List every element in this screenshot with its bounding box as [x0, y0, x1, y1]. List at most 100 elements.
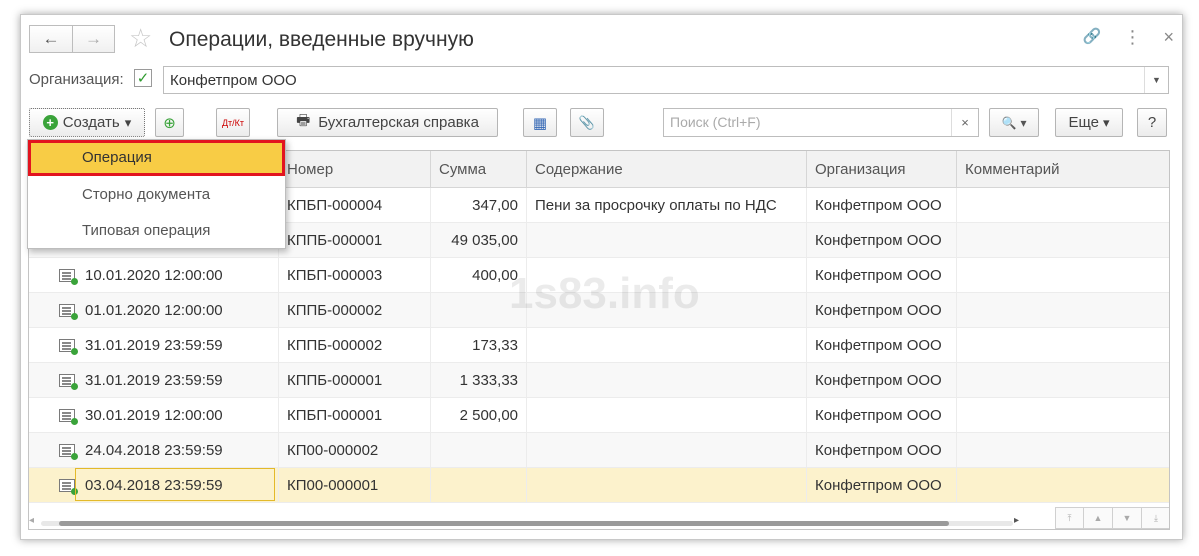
cell-date: 31.01.2019 23:59:59	[29, 363, 279, 398]
watermark: 1s83.info	[509, 269, 700, 318]
table-row[interactable]: 24.04.2018 23:59:59 КП00-000002 Конфетпром…	[29, 433, 1169, 468]
cell-org: Конфетпром ООО	[807, 398, 957, 433]
date-text: 10.01.2020 12:00:00	[85, 267, 223, 284]
column-header-organization[interactable]: Организация	[807, 151, 957, 188]
cell-org: Конфетпром ООО	[807, 468, 957, 503]
cell-content	[527, 328, 807, 363]
table-row[interactable]: 31.01.2019 23:59:59 КППБ-000002 173,33 Конф…	[29, 328, 1169, 363]
cell-amount: 347,00	[431, 188, 527, 223]
cell-date: 30.01.2019 12:00:00	[29, 398, 279, 433]
posted-document-icon	[59, 269, 78, 285]
forward-button[interactable]: →	[73, 25, 115, 53]
window-controls: 🔗 ⋮ ×	[1083, 27, 1174, 48]
cell-content	[527, 468, 807, 503]
scroll-right-icon[interactable]: ▸	[1014, 515, 1019, 526]
cell-amount: 173,33	[431, 328, 527, 363]
cell-comment	[957, 293, 1169, 328]
column-header-number[interactable]: Номер	[279, 151, 431, 188]
cell-org: Конфетпром ООО	[807, 293, 957, 328]
menu-item-operation[interactable]: Операция	[28, 140, 285, 176]
posted-document-icon	[59, 304, 78, 320]
date-text: 31.01.2019 23:59:59	[85, 372, 223, 389]
column-header-comment[interactable]: Комментарий	[957, 151, 1169, 188]
posted-document-icon	[59, 339, 78, 355]
org-label: Организация:	[29, 71, 124, 88]
more-menu-icon[interactable]: ⋮	[1123, 27, 1141, 48]
more-button[interactable]: Еще ▾	[1055, 108, 1123, 137]
main-window: ← → ☆ Операции, введенные вручную 🔗 ⋮ × …	[20, 14, 1183, 540]
cell-number: КППБ-000001	[279, 363, 431, 398]
favorite-star-icon[interactable]: ☆	[129, 23, 152, 53]
go-up-button[interactable]: ▲	[1084, 507, 1113, 529]
dt-kt-button[interactable]: Дт/Кт	[216, 108, 250, 137]
cell-org: Конфетпром ООО	[807, 188, 957, 223]
cell-number: КП00-000001	[279, 468, 431, 503]
accounting-report-label: Бухгалтерская справка	[318, 114, 479, 131]
cell-number: КПБП-000003	[279, 258, 431, 293]
link-icon[interactable]: 🔗	[1083, 27, 1102, 48]
horizontal-scrollbar[interactable]: ◂ ▸	[29, 515, 1029, 529]
cell-comment	[957, 258, 1169, 293]
nav-buttons: ← →	[29, 25, 115, 53]
column-header-content[interactable]: Содержание	[527, 151, 807, 188]
cell-amount: 2 500,00	[431, 398, 527, 433]
date-text: 01.01.2020 12:00:00	[85, 302, 223, 319]
back-button[interactable]: ←	[29, 25, 73, 53]
search-clear-button[interactable]: ×	[951, 109, 978, 136]
cell-number: КППБ-000002	[279, 293, 431, 328]
table-row[interactable]: 30.01.2019 12:00:00 КПБП-000001 2 500,00 Ко…	[29, 398, 1169, 433]
cell-content	[527, 398, 807, 433]
org-select-field[interactable]: Конфетпром ООО	[163, 66, 1169, 94]
go-down-button[interactable]: ▼	[1113, 507, 1142, 529]
scroll-left-icon[interactable]: ◂	[29, 515, 34, 526]
selected-cell-outline	[75, 468, 275, 501]
caret-down-icon: ▾	[124, 114, 132, 130]
date-text: 30.01.2019 12:00:00	[85, 407, 223, 424]
posted-document-icon	[59, 409, 78, 425]
go-first-button[interactable]: ⤒	[1055, 507, 1084, 529]
arrow-left-icon: ←	[42, 29, 60, 48]
go-last-icon: ⤓	[1154, 512, 1158, 523]
column-header-amount[interactable]: Сумма	[431, 151, 527, 188]
help-button[interactable]: ?	[1137, 108, 1167, 137]
attach-button[interactable]: 📎	[570, 108, 604, 137]
structure-button[interactable]: ▦	[523, 108, 557, 137]
help-icon: ?	[1147, 114, 1157, 131]
cell-org: Конфетпром ООО	[807, 258, 957, 293]
cell-number: КП00-000002	[279, 433, 431, 468]
page-title: Операции, введенные вручную	[169, 28, 474, 51]
table-row[interactable]: 31.01.2019 23:59:59 КППБ-000001 1 333,33 Ко…	[29, 363, 1169, 398]
org-dropdown-button[interactable]: ▼	[1144, 67, 1168, 93]
chevron-down-icon: ▼	[1152, 75, 1161, 85]
scroll-thumb[interactable]	[59, 521, 949, 526]
go-last-button[interactable]: ⤓	[1142, 507, 1169, 529]
create-button[interactable]: + Создать ▾	[29, 108, 145, 137]
cell-content: Пени за просрочку оплаты по НДС	[527, 188, 807, 223]
printer-icon: 🖶	[296, 112, 311, 129]
checkmark-icon: ✓	[136, 70, 150, 87]
cell-amount	[431, 468, 527, 503]
search-input[interactable]: Поиск (Ctrl+F)	[663, 108, 979, 137]
table-row[interactable]: 03.04.2018 23:59:59 КП00-000001 Конфетпром…	[29, 468, 1169, 503]
cell-number: КПБП-000004	[279, 188, 431, 223]
close-icon[interactable]: ×	[1163, 27, 1174, 48]
menu-item-typical-operation[interactable]: Типовая операция	[28, 213, 285, 249]
structure-icon: ▦	[532, 114, 548, 132]
search-options-button[interactable]: 🔍 ▾	[989, 108, 1039, 137]
cell-org: Конфетпром ООО	[807, 223, 957, 258]
cell-comment	[957, 223, 1169, 258]
magnifier-icon: 🔍	[1001, 115, 1017, 130]
create-dropdown-menu: Операция Сторно документа Типовая операц…	[27, 139, 286, 249]
menu-item-storno[interactable]: Сторно документа	[28, 177, 285, 213]
create-button-label: Создать	[62, 114, 120, 131]
date-text: 24.04.2018 23:59:59	[85, 442, 223, 459]
org-filter-checkbox[interactable]: ✓	[134, 69, 152, 87]
cell-org: Конфетпром ООО	[807, 328, 957, 363]
arrow-right-icon: →	[85, 29, 102, 48]
dt-kt-icon: Дт/Кт	[221, 117, 245, 128]
arrow-down-icon: ▼	[1122, 513, 1132, 523]
cell-comment	[957, 328, 1169, 363]
cell-comment	[957, 363, 1169, 398]
copy-button[interactable]: ⊕	[155, 108, 184, 137]
accounting-report-button[interactable]: 🖶 Бухгалтерская справка	[277, 108, 498, 137]
